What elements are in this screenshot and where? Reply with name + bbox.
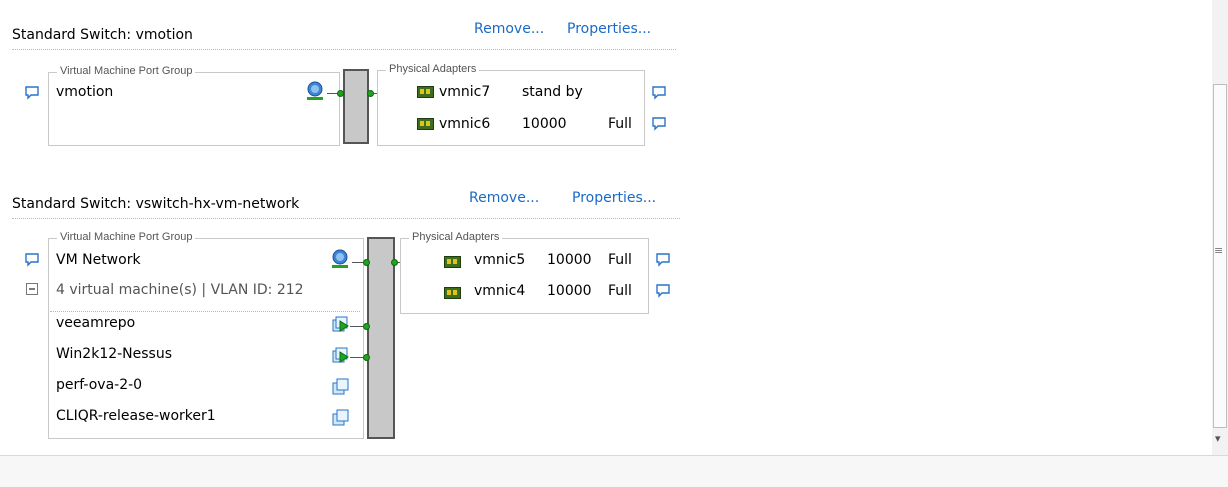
network-adapter-icon: [417, 86, 434, 98]
connector-dot: [391, 259, 398, 266]
vm-item[interactable]: veeamrepo: [56, 315, 135, 331]
physical-adapters-legend: Physical Adapters: [409, 231, 503, 243]
physical-adapters-legend: Physical Adapters: [386, 63, 480, 75]
collapse-icon[interactable]: [26, 283, 38, 295]
speech-bubble-icon[interactable]: [652, 117, 666, 131]
virtual-switch-body: [343, 69, 369, 144]
connector-dot: [367, 90, 374, 97]
adapter-duplex: Full: [608, 283, 632, 299]
divider: [12, 218, 680, 219]
connector-dot: [363, 323, 370, 330]
speech-bubble-icon[interactable]: [25, 86, 39, 100]
port-group-globe-icon[interactable]: [305, 81, 325, 101]
vm-powered-off-icon: [332, 409, 349, 426]
vm-powered-on-icon: [332, 316, 349, 332]
network-adapter-icon: [417, 118, 434, 130]
scroll-down-arrow-icon[interactable]: ▾: [1215, 432, 1221, 445]
adapter-duplex: Full: [608, 116, 632, 132]
adapter-name[interactable]: vmnic5: [474, 252, 525, 268]
port-group-legend: Virtual Machine Port Group: [57, 231, 196, 243]
status-area: [0, 456, 1228, 487]
switch-title: Standard Switch: vswitch-hx-vm-network: [12, 196, 300, 212]
vm-powered-on-icon: [332, 347, 349, 363]
vm-item[interactable]: CLIQR-release-worker1: [56, 408, 216, 424]
virtual-switch-body: [367, 237, 395, 439]
divider: [12, 49, 676, 50]
remove-button[interactable]: Remove...: [469, 190, 539, 206]
vm-item[interactable]: Win2k12-Nessus: [56, 346, 172, 362]
connector-dot: [363, 354, 370, 361]
properties-button[interactable]: Properties...: [567, 21, 651, 37]
remove-button[interactable]: Remove...: [474, 21, 544, 37]
properties-button[interactable]: Properties...: [572, 190, 656, 206]
connector-dot: [337, 90, 344, 97]
adapter-speed: 10000: [547, 283, 592, 299]
network-adapter-icon: [444, 287, 461, 299]
speech-bubble-icon[interactable]: [656, 253, 670, 267]
adapter-duplex: Full: [608, 252, 632, 268]
adapter-speed: stand by: [522, 84, 583, 100]
network-adapter-icon: [444, 256, 461, 268]
port-group-summary: 4 virtual machine(s) | VLAN ID: 212: [56, 282, 304, 298]
divider: [50, 311, 360, 312]
physical-adapters-box: Physical Adapters: [377, 63, 645, 146]
adapter-name[interactable]: vmnic6: [439, 116, 490, 132]
port-group-name[interactable]: vmotion: [56, 84, 113, 100]
port-group-name[interactable]: VM Network: [56, 252, 141, 268]
connector-dot: [363, 259, 370, 266]
port-group-legend: Virtual Machine Port Group: [57, 65, 196, 77]
switch-title: Standard Switch: vmotion: [12, 27, 193, 43]
vm-item[interactable]: perf-ova-2-0: [56, 377, 142, 393]
speech-bubble-icon[interactable]: [656, 284, 670, 298]
speech-bubble-icon[interactable]: [25, 253, 39, 267]
port-group-globe-icon[interactable]: [330, 249, 350, 269]
adapter-speed: 10000: [547, 252, 592, 268]
speech-bubble-icon[interactable]: [652, 86, 666, 100]
physical-adapters-box: Physical Adapters: [400, 231, 649, 314]
scrollbar-grip-icon: ≡: [1214, 244, 1224, 257]
adapter-speed: 10000: [522, 116, 567, 132]
adapter-name[interactable]: vmnic4: [474, 283, 525, 299]
vm-powered-off-icon: [332, 378, 349, 395]
adapter-name[interactable]: vmnic7: [439, 84, 490, 100]
